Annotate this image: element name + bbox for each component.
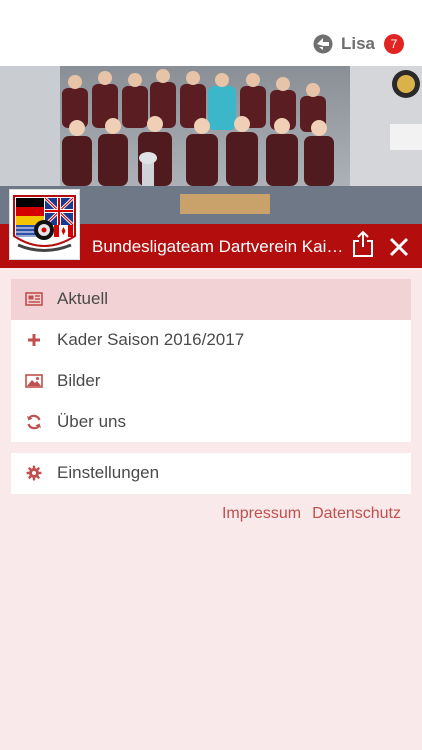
main-menu: Aktuell Kader Saison 2016/2017 Bilder Üb… — [11, 279, 411, 442]
plus-icon — [28, 334, 40, 346]
menu-item-ueber-uns[interactable]: Über uns — [11, 402, 411, 443]
menu-label: Einstellungen — [57, 463, 160, 482]
footer-links: Impressum Datenschutz — [222, 505, 401, 523]
page-title: Bundesligateam Dartverein Kaiserslautern — [92, 237, 344, 256]
share-icon[interactable] — [350, 230, 376, 258]
settings-menu: Einstellungen — [11, 453, 411, 494]
menu-item-kader[interactable]: Kader Saison 2016/2017 — [11, 320, 411, 361]
gear-icon — [26, 465, 42, 481]
club-logo — [9, 189, 80, 260]
newspaper-icon — [25, 292, 43, 306]
notification-badge: 7 — [384, 34, 404, 54]
close-icon[interactable] — [388, 236, 410, 258]
user-name: Lisa — [340, 34, 375, 53]
refresh-icon — [27, 414, 41, 430]
impressum-link[interactable]: Impressum — [222, 505, 301, 523]
menu-item-aktuell[interactable]: Aktuell — [11, 279, 411, 320]
menu-item-bilder[interactable]: Bilder — [11, 361, 411, 402]
menu-label: Über uns — [57, 412, 126, 431]
menu-label: Kader Saison 2016/2017 — [57, 330, 245, 349]
menu-label: Bilder — [57, 371, 101, 390]
menu-label: Aktuell — [57, 289, 109, 308]
user-switcher[interactable]: Lisa 7 — [313, 32, 404, 56]
group-switch-icon — [313, 34, 333, 54]
menu-item-einstellungen[interactable]: Einstellungen — [11, 453, 411, 494]
top-bar: Lisa 7 — [0, 0, 422, 66]
image-icon — [25, 374, 43, 388]
datenschutz-link[interactable]: Datenschutz — [312, 505, 401, 523]
